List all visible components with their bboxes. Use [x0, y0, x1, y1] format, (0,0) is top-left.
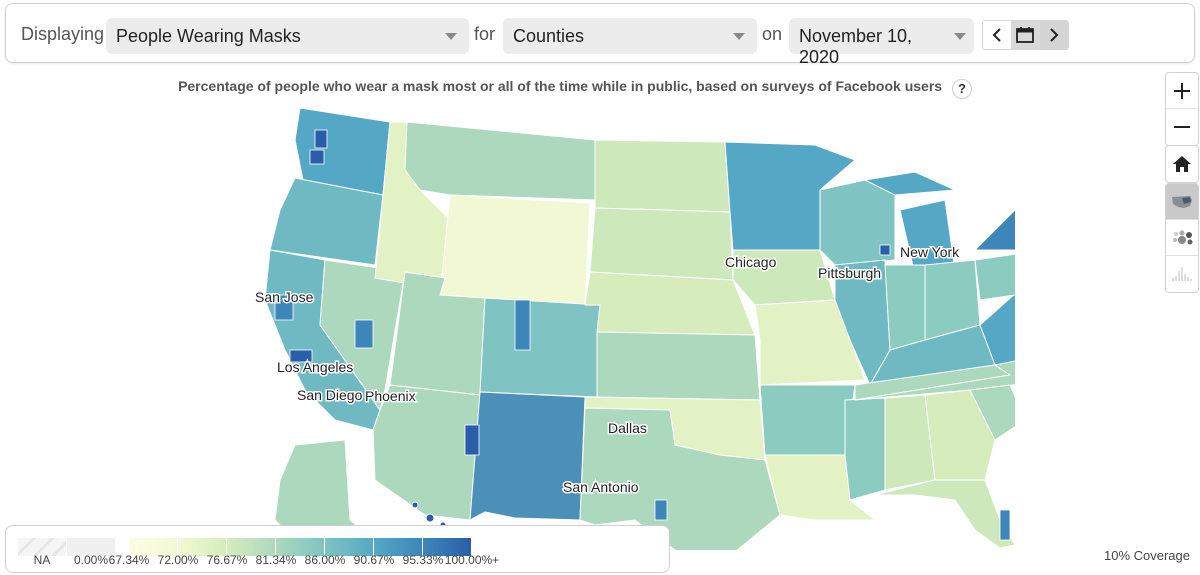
city-label-los-angeles: Los Angeles [277, 359, 353, 375]
region-montana[interactable] [404, 121, 596, 201]
indicator-select[interactable]: People Wearing Masks [106, 18, 469, 54]
on-label: on [762, 24, 783, 44]
zoom-controls [1165, 72, 1199, 146]
coverage-text: 10% Coverage [1104, 548, 1190, 563]
date-select[interactable]: November 10, 2020 [789, 18, 974, 67]
geo-level-select[interactable]: Counties [503, 18, 757, 54]
county-austin[interactable] [654, 499, 668, 521]
next-date-button[interactable] [1039, 21, 1068, 49]
region-wyoming[interactable] [439, 194, 591, 306]
reset-view-button[interactable] [1166, 146, 1198, 182]
city-label-san-diego: San Diego [297, 387, 363, 403]
chevron-down-icon [733, 33, 745, 40]
region-north-dakota[interactable] [594, 139, 731, 213]
minus-icon [1174, 126, 1190, 128]
chevron-left-icon [992, 28, 1001, 42]
spike-map-icon [1172, 267, 1192, 281]
city-label-san-antonio: San Antonio [563, 479, 639, 495]
geo-level-select-value: Counties [513, 26, 585, 46]
region-pennsylvania[interactable] [974, 250, 1015, 301]
bubble-view-button[interactable] [1166, 220, 1198, 256]
city-label-san-jose: San Jose [255, 289, 314, 305]
region-arizona[interactable] [372, 384, 481, 521]
spike-view-button[interactable] [1166, 256, 1198, 292]
map-description: Percentage of people who wear a mask mos… [0, 78, 1150, 99]
home-control [1165, 145, 1199, 183]
calendar-button[interactable] [1011, 21, 1040, 49]
county-seattle[interactable] [314, 129, 328, 149]
choropleth-view-button[interactable] [1166, 184, 1198, 220]
plus-icon [1174, 82, 1190, 99]
for-label: for [474, 24, 496, 44]
chevron-right-icon [1050, 28, 1059, 42]
region-indiana[interactable] [884, 264, 926, 351]
zoom-out-button[interactable] [1166, 109, 1198, 145]
map-description-text: Percentage of people who wear a mask mos… [178, 78, 943, 94]
region-nebraska[interactable] [584, 271, 756, 336]
county-chicago[interactable] [879, 244, 891, 256]
states-layer [264, 107, 1015, 550]
indicator-select-value: People Wearing Masks [116, 26, 301, 46]
zoom-in-button[interactable] [1166, 73, 1198, 109]
date-select-value: November 10, 2020 [799, 26, 913, 67]
chevron-down-icon [954, 33, 966, 40]
help-icon[interactable]: ? [951, 79, 972, 99]
previous-date-button[interactable] [983, 21, 1012, 49]
region-mississippi[interactable] [844, 397, 886, 501]
region-arkansas[interactable] [759, 384, 856, 456]
region-new-mexico[interactable] [469, 391, 586, 521]
choropleth-map-icon [1172, 195, 1192, 208]
county-albuquerque[interactable] [464, 424, 480, 456]
city-label-new-york: New York [900, 244, 960, 260]
chevron-down-icon [445, 33, 457, 40]
region-new-york[interactable] [974, 195, 1015, 251]
bubble-map-icon [1173, 230, 1193, 244]
color-legend: NA 0.00% 67.34% 72.00% 76.67% 81.34% 86.00% 9… [5, 525, 670, 573]
us-county-choropleth-map[interactable]: Chicago Pittsburgh New York San Jose Los… [255, 100, 1015, 550]
region-florida[interactable] [874, 479, 1015, 549]
view-type-controls [1165, 183, 1199, 293]
region-south-dakota[interactable] [589, 207, 734, 281]
filter-toolbar: Displaying People Wearing Masks for Coun… [5, 3, 1195, 67]
region-kansas[interactable] [596, 331, 761, 401]
county-miami[interactable] [999, 509, 1011, 541]
county-denver[interactable] [514, 299, 531, 351]
city-label-pittsburgh: Pittsburgh [818, 265, 881, 281]
city-label-phoenix: Phoenix [365, 388, 416, 404]
calendar-icon [1016, 27, 1035, 43]
date-navigation [982, 20, 1069, 50]
city-label-dallas: Dallas [608, 420, 647, 436]
legend-label: 100.00%+ [444, 553, 500, 567]
region-colorado[interactable] [479, 297, 601, 398]
county-portland[interactable] [309, 149, 325, 165]
city-label-chicago: Chicago [725, 254, 777, 270]
county-las-vegas[interactable] [354, 319, 374, 349]
home-icon [1173, 156, 1191, 172]
displaying-label: Displaying [21, 24, 105, 44]
